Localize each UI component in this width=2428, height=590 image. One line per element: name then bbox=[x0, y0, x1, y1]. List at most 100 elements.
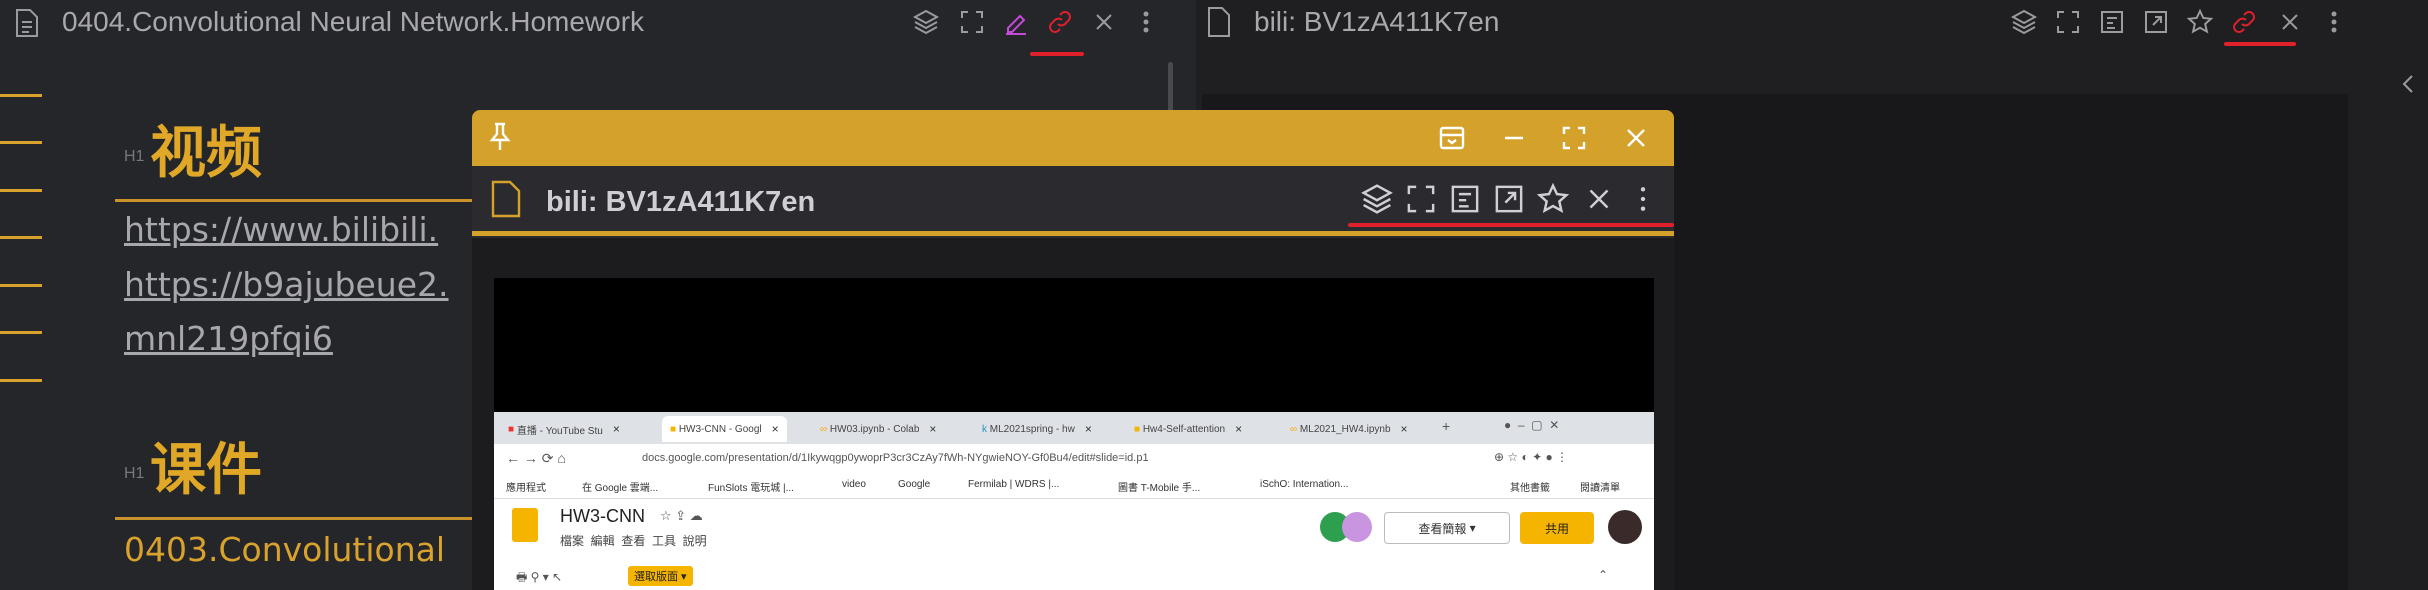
address-bar[interactable]: docs.google.com/presentation/d/1Ikywqgp0… bbox=[642, 452, 1149, 464]
more-icon[interactable] bbox=[1626, 182, 1660, 221]
bookmark[interactable]: 應用程式 bbox=[506, 479, 546, 494]
bookmark[interactable]: iSchO: Internation... bbox=[1260, 479, 1348, 490]
close-icon[interactable] bbox=[1088, 6, 1120, 38]
outline-marker[interactable] bbox=[0, 284, 42, 287]
file-icon bbox=[490, 180, 522, 223]
print-icon[interactable]: 🖶 ⚲ ▾ ↖ bbox=[516, 568, 562, 589]
export-icon[interactable] bbox=[2096, 6, 2128, 38]
section-heading-video: 视频 bbox=[150, 121, 262, 186]
bookmark[interactable]: 閱讀清單 bbox=[1580, 479, 1620, 494]
bookmark[interactable]: Google bbox=[898, 479, 930, 490]
heading-rule bbox=[115, 199, 475, 202]
bookmarks-bar bbox=[494, 474, 1654, 499]
share-label: 共用 bbox=[1544, 521, 1569, 536]
video-link[interactable]: https://b9ajubeue2. bbox=[124, 265, 449, 304]
outline-marker[interactable] bbox=[0, 379, 42, 382]
toolbar-layout-button[interactable]: 選取版面 ▾ bbox=[628, 566, 693, 586]
outline-marker[interactable] bbox=[0, 331, 42, 334]
present-label: 查看簡報 bbox=[1418, 521, 1467, 536]
highlight-underline bbox=[1348, 223, 1674, 227]
link-icon[interactable] bbox=[2228, 6, 2260, 38]
slides-logo-icon[interactable] bbox=[512, 508, 538, 542]
tab-label: HW03.ipynb - Colab bbox=[829, 423, 920, 435]
maximize-icon[interactable] bbox=[1560, 124, 1588, 157]
close-icon[interactable] bbox=[1622, 124, 1650, 157]
open-icon[interactable] bbox=[1492, 182, 1526, 221]
link-icon[interactable] bbox=[1044, 6, 1076, 38]
bookmark[interactable]: 圖書 T-Mobile 手... bbox=[1118, 479, 1200, 494]
embedded-video[interactable]: ■ 直播 - YouTube Stu × ■ HW3-CNN - Googl × ∞… bbox=[494, 278, 1654, 590]
profile-avatar[interactable] bbox=[1608, 510, 1642, 544]
edit-icon[interactable] bbox=[1000, 6, 1032, 38]
bookmark[interactable]: Fermilab | WDRS |... bbox=[968, 479, 1059, 490]
heading-level-tag: H1 bbox=[124, 465, 145, 482]
minimize-icon[interactable] bbox=[1500, 124, 1528, 157]
bookmark[interactable]: 其他書籤 bbox=[1510, 479, 1550, 494]
popout-titlebar[interactable] bbox=[472, 110, 1674, 166]
outline-marker[interactable] bbox=[0, 141, 42, 144]
popout-note-header: bili: BV1zA411K7en bbox=[472, 166, 1674, 238]
window-controls-icon[interactable]: ● – ▢ ✕ bbox=[1504, 418, 1559, 432]
outline-marker[interactable] bbox=[0, 236, 42, 239]
video-screen-content: ■ 直播 - YouTube Stu × ■ HW3-CNN - Googl × ∞… bbox=[494, 412, 1654, 590]
layers-icon[interactable] bbox=[1360, 182, 1394, 221]
browser-tab[interactable]: ■ 直播 - YouTube Stu × bbox=[508, 416, 620, 442]
fullscreen-icon[interactable] bbox=[2052, 6, 2084, 38]
fullscreen-icon[interactable] bbox=[956, 6, 988, 38]
export-icon[interactable] bbox=[1448, 182, 1482, 221]
collapse-sidebar-icon[interactable] bbox=[2392, 68, 2424, 100]
popout-note-title[interactable]: bili: BV1zA411K7en bbox=[546, 186, 815, 219]
collapse-icon[interactable]: ⌃ bbox=[1598, 568, 1608, 582]
more-icon[interactable] bbox=[2318, 6, 2350, 38]
tab-label: 直播 - YouTube Stu bbox=[516, 425, 603, 437]
present-button[interactable]: 查看簡報 ▾ bbox=[1384, 512, 1510, 544]
star-icon[interactable] bbox=[1536, 182, 1570, 221]
open-icon[interactable] bbox=[2140, 6, 2172, 38]
tab-label: HW3-CNN - Googl bbox=[678, 423, 762, 435]
highlight-underline bbox=[1030, 52, 1084, 56]
popout-window: bili: BV1zA411K7en ■ 直播 - YouTube Stu × ■… bbox=[472, 110, 1674, 590]
heading-level-tag: H1 bbox=[124, 148, 145, 165]
browser-tab[interactable]: k ML2021spring - hw × bbox=[982, 416, 1092, 442]
layers-icon[interactable] bbox=[2008, 6, 2040, 38]
extension-icons[interactable]: ⊕ ☆ ◐ ✦ ● ⋮ bbox=[1494, 450, 1568, 464]
file-icon bbox=[1206, 6, 1232, 43]
tab-label: ML2021_HW4.ipynb bbox=[1299, 423, 1391, 435]
video-link[interactable]: mnl219pfqi6 bbox=[124, 319, 333, 358]
layers-icon[interactable] bbox=[910, 6, 942, 38]
menu-bar[interactable]: 檔案 編輯 查看 工具 說明 bbox=[560, 532, 707, 549]
share-button[interactable]: 共用 bbox=[1520, 512, 1594, 544]
browser-tab[interactable]: ■ Hw4-Self-attention × bbox=[1134, 416, 1242, 442]
outline-marker[interactable] bbox=[0, 189, 42, 192]
doc-actions-icon[interactable]: ☆ ⇪ ☁ bbox=[660, 508, 703, 524]
avatar[interactable] bbox=[1342, 512, 1372, 542]
close-icon[interactable] bbox=[1582, 182, 1616, 221]
file-icon bbox=[14, 8, 40, 43]
fullscreen-icon[interactable] bbox=[1404, 182, 1438, 221]
header-accent-line bbox=[472, 231, 1674, 236]
browser-tab[interactable]: ∞ HW03.ipynb - Colab × bbox=[820, 416, 936, 442]
bookmark[interactable]: video bbox=[842, 479, 866, 490]
browser-tab[interactable]: ∞ ML2021_HW4.ipynb × bbox=[1290, 416, 1408, 442]
outline-marker[interactable] bbox=[0, 94, 42, 97]
section-heading-slides: 课件 bbox=[150, 438, 262, 503]
pin-icon[interactable] bbox=[486, 120, 514, 159]
new-tab-icon[interactable]: + bbox=[1442, 418, 1450, 434]
more-icon[interactable] bbox=[1130, 6, 1162, 38]
tab-label: ML2021spring - hw bbox=[989, 423, 1075, 435]
bookmark[interactable]: 在 Google 雲端... bbox=[582, 479, 658, 494]
star-icon[interactable] bbox=[2184, 6, 2216, 38]
toolbar-button-label: 選取版面 bbox=[634, 571, 678, 583]
video-note-title[interactable]: bili: BV1zA411K7en bbox=[1254, 6, 1499, 38]
close-icon[interactable] bbox=[2274, 6, 2306, 38]
dock-icon[interactable] bbox=[1438, 124, 1466, 157]
video-link[interactable]: https://www.bilibili. bbox=[124, 210, 438, 249]
browser-tab-active[interactable]: ■ HW3-CNN - Googl × bbox=[662, 416, 787, 442]
nav-arrows-icon[interactable]: ← → ⟳ ⌂ bbox=[506, 450, 566, 467]
highlight-underline bbox=[2224, 42, 2296, 46]
note-title[interactable]: 0404.Convolutional Neural Network.Homewo… bbox=[62, 6, 644, 38]
bookmark[interactable]: FunSlots 電玩城 |... bbox=[708, 479, 794, 494]
doc-title[interactable]: HW3-CNN bbox=[560, 506, 645, 527]
slides-item[interactable]: 0403.Convolutional bbox=[124, 530, 445, 569]
tab-label: Hw4-Self-attention bbox=[1142, 423, 1226, 435]
